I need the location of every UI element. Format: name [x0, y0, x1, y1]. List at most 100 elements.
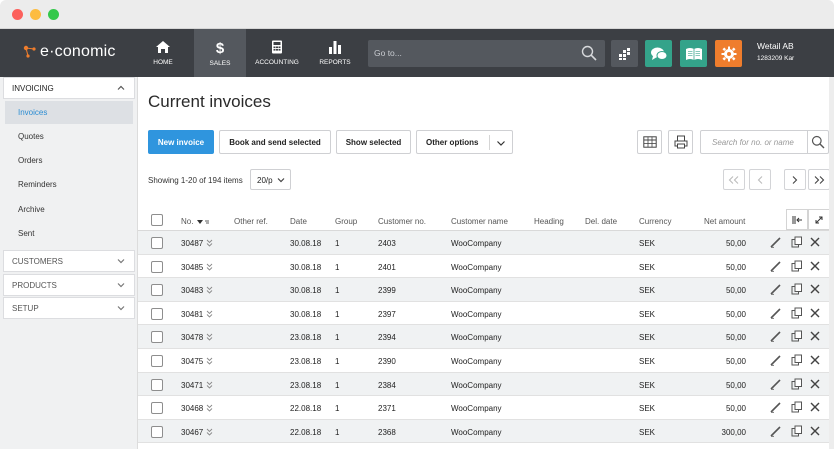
row-checkbox[interactable]: [151, 425, 163, 438]
previous-page-button[interactable]: [749, 169, 771, 190]
new-invoice-button[interactable]: New invoice: [148, 130, 214, 154]
nav-sales[interactable]: $ SALES: [194, 29, 246, 77]
copy-icon[interactable]: [791, 401, 803, 413]
delete-x-icon[interactable]: [809, 425, 821, 437]
help-book-button[interactable]: [680, 40, 707, 67]
expand-row-icon[interactable]: [206, 404, 213, 412]
column-header-customer-name[interactable]: Customer name: [451, 217, 508, 226]
row-checkbox[interactable]: [151, 307, 163, 320]
table-row[interactable]: 30475 23.08.18 1 2390 WooCompany SEK 50,00: [138, 349, 834, 373]
cell-no[interactable]: 30487: [181, 239, 203, 248]
delete-x-icon[interactable]: [809, 283, 821, 295]
cell-no[interactable]: 30475: [181, 357, 203, 366]
row-checkbox[interactable]: [151, 260, 163, 273]
column-header-no[interactable]: No.: [181, 217, 210, 226]
expand-row-icon[interactable]: [206, 381, 213, 389]
book-and-send-button[interactable]: Book and send selected: [219, 130, 331, 154]
edit-pencil-icon[interactable]: [770, 354, 782, 366]
print-button[interactable]: [668, 130, 693, 154]
next-page-button[interactable]: [784, 169, 806, 190]
first-page-button[interactable]: [723, 169, 745, 190]
sidebar-item-sent[interactable]: Sent: [5, 222, 133, 245]
nav-home[interactable]: HOME: [140, 29, 186, 77]
sidebar-section-products[interactable]: PRODUCTS: [3, 274, 135, 296]
column-header-other-ref[interactable]: Other ref.: [234, 217, 268, 226]
sidebar-item-invoices[interactable]: Invoices: [5, 101, 133, 124]
delete-x-icon[interactable]: [809, 378, 821, 390]
column-layout-button[interactable]: [637, 130, 662, 154]
settings-button[interactable]: [715, 40, 742, 67]
copy-icon[interactable]: [791, 283, 803, 295]
row-checkbox[interactable]: [151, 237, 163, 249]
cell-no[interactable]: 30483: [181, 286, 203, 295]
window-close-button[interactable]: [12, 9, 23, 20]
table-row[interactable]: 30481 30.08.18 1 2397 WooCompany SEK 50,00: [138, 302, 834, 326]
edit-pencil-icon[interactable]: [770, 330, 782, 343]
table-row[interactable]: 30467 22.08.18 1 2368 WooCompany SEK 300,00: [138, 419, 834, 444]
cell-no[interactable]: 30485: [181, 263, 203, 272]
expand-row-icon[interactable]: [206, 357, 213, 365]
sidebar-section-customers[interactable]: CUSTOMERS: [3, 250, 135, 272]
window-minimize-button[interactable]: [30, 9, 41, 20]
edit-pencil-icon[interactable]: [770, 425, 782, 437]
apps-button[interactable]: [611, 40, 638, 67]
cell-no[interactable]: 30478: [181, 333, 203, 342]
expand-row-icon[interactable]: [206, 333, 213, 342]
column-header-date[interactable]: Date: [290, 217, 307, 226]
expand-row-icon[interactable]: [206, 286, 213, 294]
other-options-dropdown[interactable]: Other options: [416, 130, 513, 154]
per-page-select[interactable]: 20/p: [250, 169, 291, 190]
cell-no[interactable]: 30471: [181, 381, 203, 390]
expand-button[interactable]: [808, 209, 830, 230]
table-row[interactable]: 30478 23.08.18 1 2394 WooCompany SEK 50,00: [138, 325, 834, 349]
edit-pencil-icon[interactable]: [770, 307, 782, 319]
expand-row-icon[interactable]: [206, 239, 213, 247]
edit-pencil-icon[interactable]: [770, 378, 782, 390]
table-row[interactable]: 30468 22.08.18 1 2371 WooCompany SEK 50,00: [138, 396, 834, 420]
expand-row-icon[interactable]: [206, 263, 213, 271]
cell-no[interactable]: 30481: [181, 310, 203, 319]
copy-icon[interactable]: [791, 307, 803, 319]
invoice-search-input[interactable]: [701, 131, 807, 153]
row-checkbox[interactable]: [151, 378, 163, 391]
delete-x-icon[interactable]: [809, 260, 821, 272]
delete-x-icon[interactable]: [809, 236, 821, 248]
delete-x-icon[interactable]: [809, 354, 821, 366]
chat-button[interactable]: [645, 40, 672, 67]
search-icon[interactable]: [581, 45, 597, 61]
copy-icon[interactable]: [791, 260, 803, 272]
expand-row-icon[interactable]: [206, 310, 213, 318]
column-header-heading[interactable]: Heading: [534, 217, 564, 226]
column-header-del-date[interactable]: Del. date: [585, 217, 617, 226]
sidebar-item-orders[interactable]: Orders: [5, 149, 133, 172]
row-checkbox[interactable]: [151, 331, 163, 344]
economic-logo[interactable]: e·conomic: [22, 43, 116, 61]
sidebar-section-invoicing[interactable]: INVOICING: [3, 77, 135, 99]
table-row[interactable]: 30485 30.08.18 1 2401 WooCompany SEK 50,00: [138, 255, 834, 279]
copy-icon[interactable]: [791, 425, 803, 437]
cell-no[interactable]: 30467: [181, 428, 203, 437]
delete-x-icon[interactable]: [809, 330, 821, 342]
sidebar-item-archive[interactable]: Archive: [5, 198, 133, 221]
nav-accounting[interactable]: ACCOUNTING: [250, 29, 304, 77]
column-header-net-amount[interactable]: Net amount: [704, 217, 745, 226]
table-row[interactable]: 30471 23.08.18 1 2384 WooCompany SEK 50,00: [138, 372, 834, 397]
delete-x-icon[interactable]: [809, 307, 821, 319]
sidebar-item-reminders[interactable]: Reminders: [5, 173, 133, 196]
column-settings-button[interactable]: [786, 209, 808, 230]
edit-pencil-icon[interactable]: [770, 236, 782, 248]
expand-row-icon[interactable]: [206, 428, 213, 436]
company-switcher[interactable]: Wetail AB 1283209 Kar: [757, 41, 794, 62]
column-header-customer-no[interactable]: Customer no.: [378, 217, 426, 226]
column-header-currency[interactable]: Currency: [639, 217, 671, 226]
sidebar-section-setup[interactable]: SETUP: [3, 297, 135, 319]
copy-icon[interactable]: [791, 330, 803, 342]
table-row[interactable]: 30483 30.08.18 1 2399 WooCompany SEK 50,00: [138, 278, 834, 302]
column-header-group[interactable]: Group: [335, 217, 357, 226]
search-icon[interactable]: [811, 135, 825, 149]
last-page-button[interactable]: [808, 169, 830, 190]
copy-icon[interactable]: [791, 378, 803, 390]
row-checkbox[interactable]: [151, 355, 163, 367]
edit-pencil-icon[interactable]: [770, 260, 782, 272]
edit-pencil-icon[interactable]: [770, 283, 782, 295]
